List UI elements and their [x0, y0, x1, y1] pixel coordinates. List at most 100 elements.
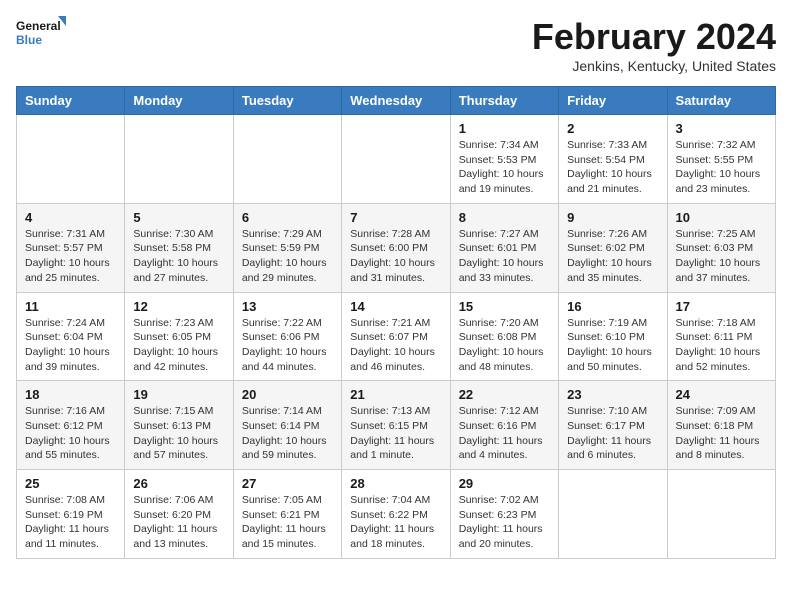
day-info: Sunrise: 7:22 AMSunset: 6:06 PMDaylight:… — [242, 316, 333, 375]
day-number: 8 — [459, 210, 550, 225]
table-row: 18 Sunrise: 7:16 AMSunset: 6:12 PMDayligh… — [17, 381, 125, 470]
day-number: 28 — [350, 476, 441, 491]
day-number: 6 — [242, 210, 333, 225]
day-number: 14 — [350, 299, 441, 314]
header: General Blue February 2024 Jenkins, Kent… — [16, 16, 776, 74]
header-sunday: Sunday — [17, 87, 125, 115]
day-number: 20 — [242, 387, 333, 402]
day-number: 17 — [676, 299, 767, 314]
day-number: 3 — [676, 121, 767, 136]
table-row: 19 Sunrise: 7:15 AMSunset: 6:13 PMDayligh… — [125, 381, 233, 470]
day-number: 1 — [459, 121, 550, 136]
day-info: Sunrise: 7:06 AMSunset: 6:20 PMDaylight:… — [133, 493, 224, 552]
calendar-week-row: 18 Sunrise: 7:16 AMSunset: 6:12 PMDayligh… — [17, 381, 776, 470]
table-row: 28 Sunrise: 7:04 AMSunset: 6:22 PMDayligh… — [342, 470, 450, 559]
table-row: 27 Sunrise: 7:05 AMSunset: 6:21 PMDayligh… — [233, 470, 341, 559]
month-title: February 2024 — [532, 16, 776, 58]
table-row: 9 Sunrise: 7:26 AMSunset: 6:02 PMDaylight… — [559, 203, 667, 292]
header-friday: Friday — [559, 87, 667, 115]
day-info: Sunrise: 7:05 AMSunset: 6:21 PMDaylight:… — [242, 493, 333, 552]
day-info: Sunrise: 7:21 AMSunset: 6:07 PMDaylight:… — [350, 316, 441, 375]
table-row: 29Sunrise: 7:02 AMSunset: 6:23 PMDayligh… — [450, 470, 558, 559]
table-row: 26 Sunrise: 7:06 AMSunset: 6:20 PMDayligh… — [125, 470, 233, 559]
day-number: 29 — [459, 476, 550, 491]
header-monday: Monday — [125, 87, 233, 115]
day-info: Sunrise: 7:14 AMSunset: 6:14 PMDaylight:… — [242, 404, 333, 463]
day-number: 25 — [25, 476, 116, 491]
day-info: Sunrise: 7:10 AMSunset: 6:17 PMDaylight:… — [567, 404, 658, 463]
table-row: 22 Sunrise: 7:12 AMSunset: 6:16 PMDayligh… — [450, 381, 558, 470]
day-info: Sunrise: 7:30 AMSunset: 5:58 PMDaylight:… — [133, 227, 224, 286]
table-row: 14 Sunrise: 7:21 AMSunset: 6:07 PMDayligh… — [342, 292, 450, 381]
day-info: Sunrise: 7:29 AMSunset: 5:59 PMDaylight:… — [242, 227, 333, 286]
day-number: 13 — [242, 299, 333, 314]
table-row — [667, 470, 775, 559]
table-row — [342, 115, 450, 204]
day-info: Sunrise: 7:19 AMSunset: 6:10 PMDaylight:… — [567, 316, 658, 375]
day-number: 21 — [350, 387, 441, 402]
logo-svg: General Blue — [16, 16, 66, 52]
table-row: 10 Sunrise: 7:25 AMSunset: 6:03 PMDayligh… — [667, 203, 775, 292]
calendar-week-row: 1 Sunrise: 7:34 AMSunset: 5:53 PMDaylight… — [17, 115, 776, 204]
table-row: 2 Sunrise: 7:33 AMSunset: 5:54 PMDaylight… — [559, 115, 667, 204]
table-row: 6 Sunrise: 7:29 AMSunset: 5:59 PMDaylight… — [233, 203, 341, 292]
header-saturday: Saturday — [667, 87, 775, 115]
day-number: 4 — [25, 210, 116, 225]
day-number: 7 — [350, 210, 441, 225]
day-info: Sunrise: 7:26 AMSunset: 6:02 PMDaylight:… — [567, 227, 658, 286]
day-info: Sunrise: 7:12 AMSunset: 6:16 PMDaylight:… — [459, 404, 550, 463]
title-area: February 2024 Jenkins, Kentucky, United … — [532, 16, 776, 74]
table-row: 3 Sunrise: 7:32 AMSunset: 5:55 PMDaylight… — [667, 115, 775, 204]
table-row: 15 Sunrise: 7:20 AMSunset: 6:08 PMDayligh… — [450, 292, 558, 381]
table-row — [125, 115, 233, 204]
day-info: Sunrise: 7:15 AMSunset: 6:13 PMDaylight:… — [133, 404, 224, 463]
day-info: Sunrise: 7:32 AMSunset: 5:55 PMDaylight:… — [676, 138, 767, 197]
day-info: Sunrise: 7:34 AMSunset: 5:53 PMDaylight:… — [459, 138, 550, 197]
table-row: 1 Sunrise: 7:34 AMSunset: 5:53 PMDaylight… — [450, 115, 558, 204]
table-row: 17Sunrise: 7:18 AMSunset: 6:11 PMDayligh… — [667, 292, 775, 381]
day-info: Sunrise: 7:20 AMSunset: 6:08 PMDaylight:… — [459, 316, 550, 375]
day-info: Sunrise: 7:04 AMSunset: 6:22 PMDaylight:… — [350, 493, 441, 552]
day-number: 26 — [133, 476, 224, 491]
calendar-week-row: 11 Sunrise: 7:24 AMSunset: 6:04 PMDayligh… — [17, 292, 776, 381]
day-info: Sunrise: 7:25 AMSunset: 6:03 PMDaylight:… — [676, 227, 767, 286]
day-number: 2 — [567, 121, 658, 136]
day-number: 19 — [133, 387, 224, 402]
table-row: 7Sunrise: 7:28 AMSunset: 6:00 PMDaylight… — [342, 203, 450, 292]
day-info: Sunrise: 7:09 AMSunset: 6:18 PMDaylight:… — [676, 404, 767, 463]
table-row: 24 Sunrise: 7:09 AMSunset: 6:18 PMDayligh… — [667, 381, 775, 470]
calendar-week-row: 4 Sunrise: 7:31 AMSunset: 5:57 PMDaylight… — [17, 203, 776, 292]
day-number: 27 — [242, 476, 333, 491]
table-row — [17, 115, 125, 204]
header-wednesday: Wednesday — [342, 87, 450, 115]
day-number: 16 — [567, 299, 658, 314]
day-number: 18 — [25, 387, 116, 402]
day-info: Sunrise: 7:23 AMSunset: 6:05 PMDaylight:… — [133, 316, 224, 375]
header-thursday: Thursday — [450, 87, 558, 115]
table-row — [559, 470, 667, 559]
day-number: 11 — [25, 299, 116, 314]
table-row: 5Sunrise: 7:30 AMSunset: 5:58 PMDaylight… — [125, 203, 233, 292]
table-row: 13 Sunrise: 7:22 AMSunset: 6:06 PMDayligh… — [233, 292, 341, 381]
day-number: 24 — [676, 387, 767, 402]
table-row: 16 Sunrise: 7:19 AMSunset: 6:10 PMDayligh… — [559, 292, 667, 381]
table-row: 23Sunrise: 7:10 AMSunset: 6:17 PMDayligh… — [559, 381, 667, 470]
calendar-week-row: 25Sunrise: 7:08 AMSunset: 6:19 PMDayligh… — [17, 470, 776, 559]
day-number: 22 — [459, 387, 550, 402]
day-info: Sunrise: 7:31 AMSunset: 5:57 PMDaylight:… — [25, 227, 116, 286]
day-number: 10 — [676, 210, 767, 225]
table-row: 20 Sunrise: 7:14 AMSunset: 6:14 PMDayligh… — [233, 381, 341, 470]
day-info: Sunrise: 7:24 AMSunset: 6:04 PMDaylight:… — [25, 316, 116, 375]
day-info: Sunrise: 7:33 AMSunset: 5:54 PMDaylight:… — [567, 138, 658, 197]
day-info: Sunrise: 7:13 AMSunset: 6:15 PMDaylight:… — [350, 404, 441, 463]
logo: General Blue — [16, 16, 66, 52]
day-info: Sunrise: 7:16 AMSunset: 6:12 PMDaylight:… — [25, 404, 116, 463]
table-row — [233, 115, 341, 204]
day-number: 12 — [133, 299, 224, 314]
day-number: 15 — [459, 299, 550, 314]
day-number: 9 — [567, 210, 658, 225]
svg-text:Blue: Blue — [16, 33, 42, 47]
table-row: 8Sunrise: 7:27 AMSunset: 6:01 PMDaylight… — [450, 203, 558, 292]
svg-text:General: General — [16, 19, 61, 33]
calendar-table: Sunday Monday Tuesday Wednesday Thursday… — [16, 86, 776, 559]
